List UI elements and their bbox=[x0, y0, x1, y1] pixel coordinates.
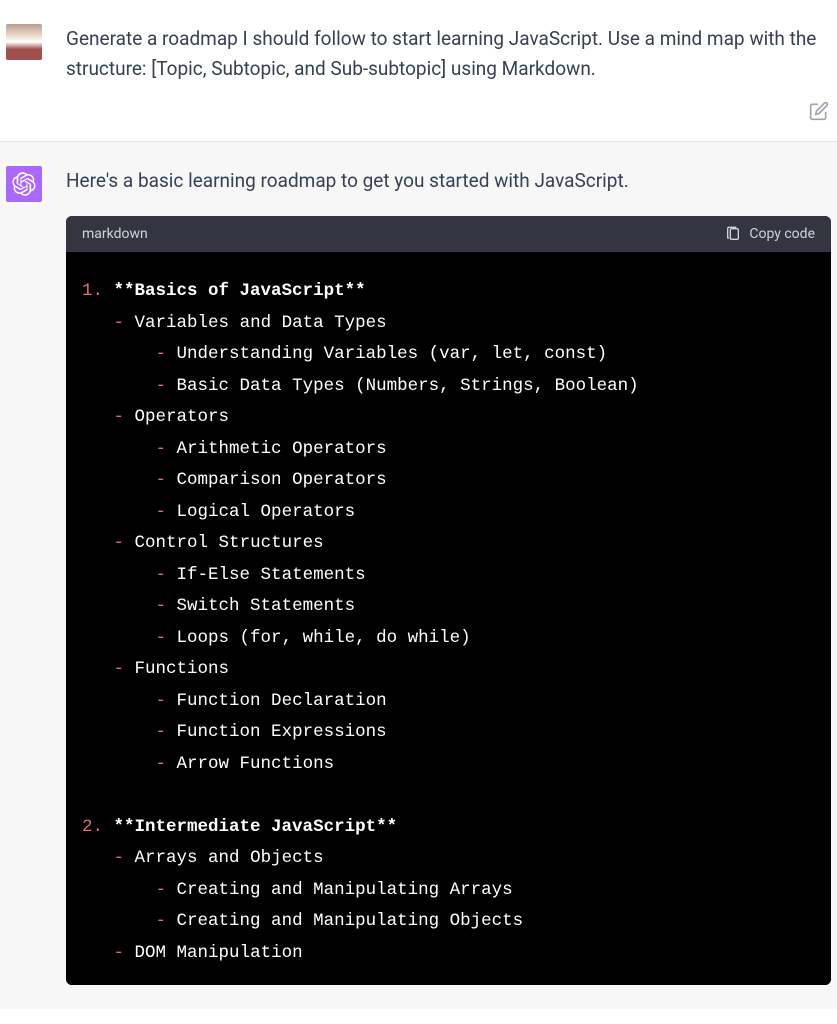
code-body[interactable]: 1. **Basics of JavaScript** - Variables … bbox=[66, 252, 831, 985]
edit-icon[interactable] bbox=[809, 101, 829, 121]
user-message-block: Generate a roadmap I should follow to st… bbox=[0, 0, 837, 142]
assistant-message-text: Here's a basic learning roadmap to get y… bbox=[66, 166, 831, 196]
assistant-message-content: Here's a basic learning roadmap to get y… bbox=[66, 166, 837, 985]
copy-code-label: Copy code bbox=[749, 226, 815, 242]
user-message-text: Generate a roadmap I should follow to st… bbox=[66, 24, 831, 85]
copy-code-button[interactable]: Copy code bbox=[725, 226, 815, 242]
code-lang-label: markdown bbox=[82, 226, 148, 242]
clipboard-icon bbox=[725, 226, 741, 242]
user-avatar bbox=[6, 24, 42, 60]
user-message-content: Generate a roadmap I should follow to st… bbox=[66, 24, 837, 85]
assistant-avatar bbox=[6, 166, 42, 202]
code-header: markdown Copy code bbox=[66, 216, 831, 252]
assistant-message-block: Here's a basic learning roadmap to get y… bbox=[0, 142, 837, 1009]
code-block: markdown Copy code 1. **Basics of JavaSc… bbox=[66, 216, 831, 985]
